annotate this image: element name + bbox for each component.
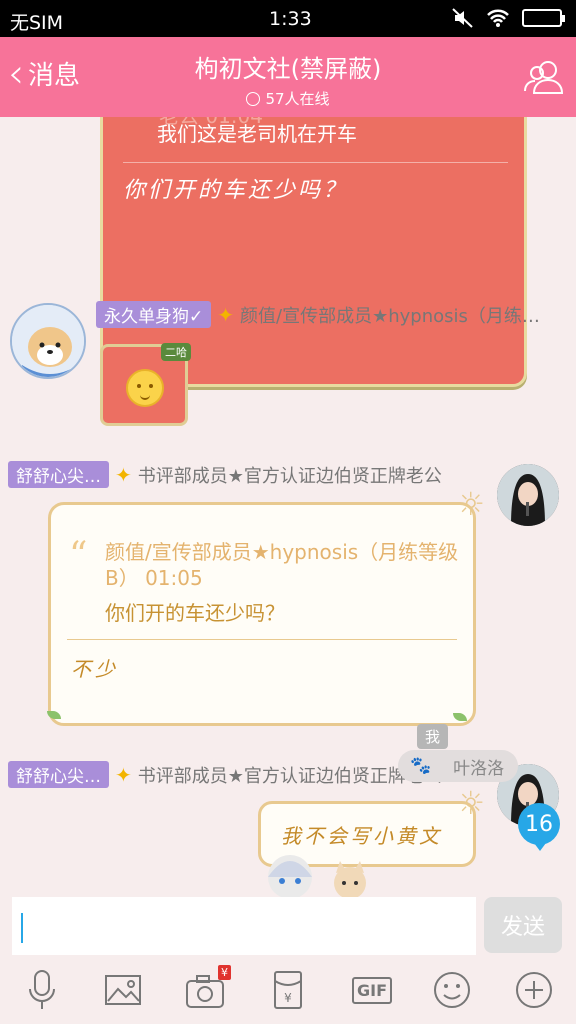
clock: 1:33 <box>269 8 312 30</box>
rank-star-icon: ✦ <box>115 462 132 487</box>
sender-name[interactable]: 颜值/宣传部成员★hypnosis（月练… <box>240 302 540 328</box>
sun-decoration-icon: ☼ <box>456 485 485 523</box>
reply-text: 你们开的车还少吗？ <box>123 178 349 203</box>
bottom-toolbar: ¥ ¥ GIF <box>0 957 576 1024</box>
text-cursor <box>21 913 23 943</box>
group-members-icon[interactable] <box>522 55 566 99</box>
avatar[interactable] <box>497 464 559 526</box>
mute-icon <box>452 8 473 28</box>
microphone-icon[interactable] <box>22 969 62 1011</box>
sticker-message[interactable]: 二哈 <box>100 343 191 426</box>
gif-button[interactable]: GIF <box>350 969 393 1011</box>
sun-decoration-icon: ☼ <box>456 784 485 822</box>
anime-cat-sticker-image <box>268 855 366 897</box>
group-title: 枸初文社(禁屏蔽) <box>194 55 382 83</box>
sender-name[interactable]: 书评部成员★官方认证边伯贤正牌老公 <box>138 762 442 788</box>
me-label: 我 <box>417 724 449 749</box>
image-icon[interactable] <box>103 969 143 1011</box>
plus-icon[interactable] <box>514 969 554 1011</box>
typing-indicator: 🐾 叶洛洛 <box>398 750 518 782</box>
quote-icon: “ <box>69 535 88 576</box>
divider <box>123 162 508 163</box>
yuan-badge: ¥ <box>218 965 231 980</box>
divider <box>67 639 457 640</box>
online-icon <box>246 91 261 106</box>
quoted-text: 你们开的车还少吗？ <box>105 601 285 625</box>
svg-text:¥: ¥ <box>284 991 292 1005</box>
emoji-icon[interactable] <box>432 969 472 1011</box>
title-tag[interactable]: 舒舒心尖… <box>8 461 109 488</box>
singer-avatar-image <box>497 464 559 526</box>
rank-star-icon: ✦ <box>115 762 132 787</box>
red-envelope-icon[interactable]: ¥ <box>268 969 308 1011</box>
status-bar: 无SIM 1:33 <box>0 0 576 37</box>
sender-row: 永久单身狗✓ ✦ 颜值/宣传部成员★hypnosis（月练… <box>96 301 540 328</box>
online-count-label: 57人在线 <box>265 90 330 108</box>
carrier-label: 无SIM <box>10 12 64 34</box>
input-bar: 发送 <box>0 897 576 957</box>
wifi-icon <box>487 9 509 27</box>
unread-count-badge[interactable]: 16 <box>518 803 560 851</box>
quoted-text: 我们这是老司机在开车 <box>157 122 357 146</box>
reply-text: 不少 <box>71 657 119 681</box>
quoted-sender: 颜值/宣传部成员★hypnosis（月练等级B） 01:05 <box>105 540 459 590</box>
smiley-face-icon <box>126 369 164 407</box>
message-bubble[interactable]: ☼ “ 颜值/宣传部成员★hypnosis（月练等级B） 01:05 你们开的车… <box>47 485 485 726</box>
typing-user-name: 叶洛洛 <box>453 758 505 779</box>
send-button[interactable]: 发送 <box>484 897 562 953</box>
sender-row: 舒舒心尖… ✦ 书评部成员★官方认证边伯贤正牌老公 <box>8 761 442 788</box>
status-icons <box>452 8 565 28</box>
rank-star-icon: ✦ <box>217 302 235 327</box>
message-input[interactable] <box>12 897 476 955</box>
dog-avatar-image <box>12 305 84 377</box>
title-block: 枸初文社(禁屏蔽) 57人在线 <box>0 49 576 110</box>
gif-label: GIF <box>352 977 393 1004</box>
avatar[interactable] <box>10 303 86 379</box>
online-count: 57人在线 <box>246 88 330 109</box>
title-tag[interactable]: 永久单身狗✓ <box>96 301 212 328</box>
red-packet-camera-button[interactable]: ¥ <box>185 965 231 1011</box>
battery-icon <box>522 9 565 27</box>
paw-icon: 🐾 <box>410 756 432 776</box>
leaf-decoration-icon <box>47 711 61 719</box>
chat-header: ‹ 消息 枸初文社(禁屏蔽) 57人在线 <box>0 37 576 117</box>
title-tag[interactable]: 舒舒心尖… <box>8 761 109 788</box>
sticker-badge: 二哈 <box>161 343 191 361</box>
leaf-decoration-icon <box>453 713 467 721</box>
sender-row: 舒舒心尖… ✦ 书评部成员★官方认证边伯贤正牌老公 <box>8 461 442 488</box>
sender-name[interactable]: 书评部成员★官方认证边伯贤正牌老公 <box>138 462 442 488</box>
